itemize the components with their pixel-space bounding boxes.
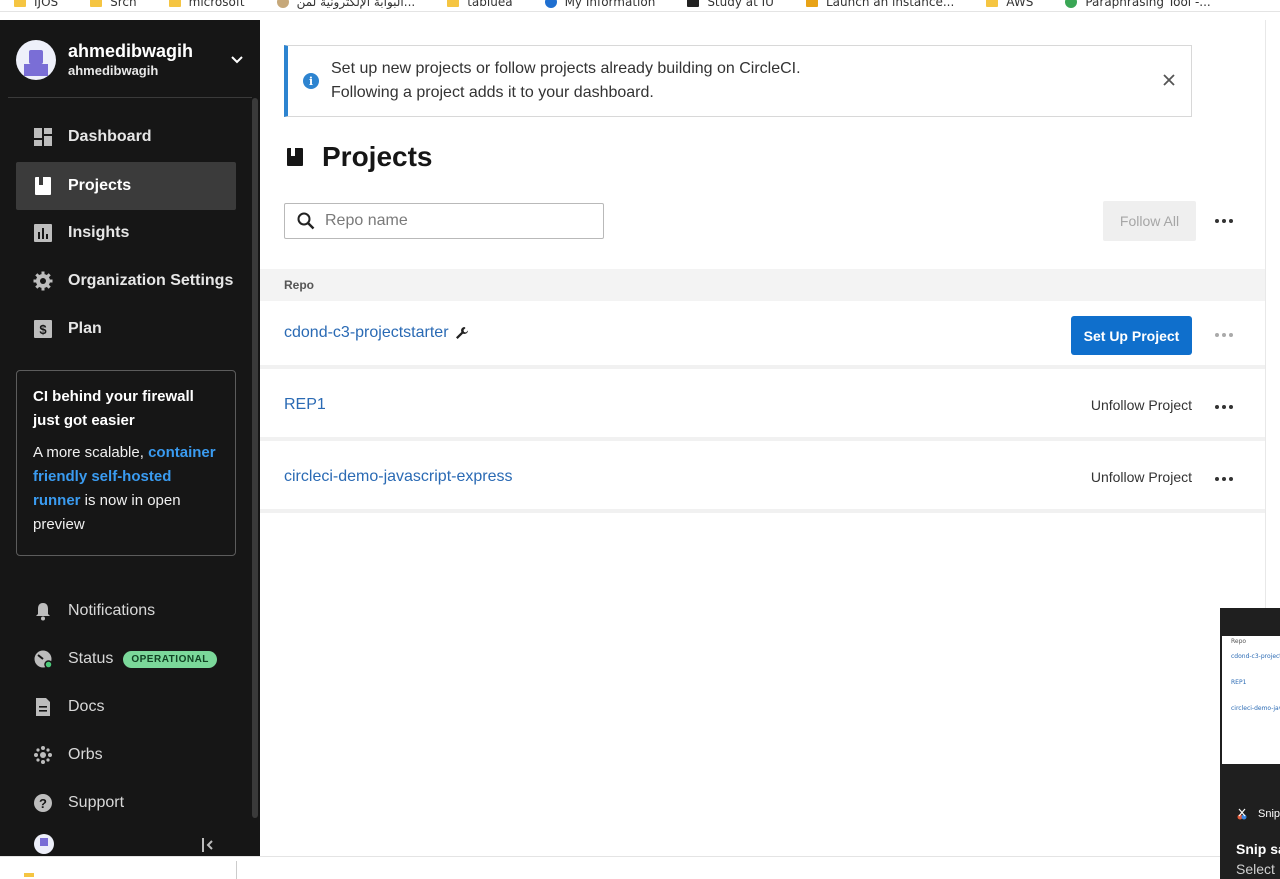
azure-icon (544, 0, 557, 8)
snip-thumbnail: Repo cdond-c3-projectst REP1 circleci-de… (1222, 636, 1280, 764)
bookmark-item[interactable]: Srch (76, 0, 137, 9)
gear-icon (32, 270, 54, 292)
wrench-icon (455, 326, 468, 339)
sidebar-item-status[interactable]: Status OPERATIONAL (16, 635, 236, 683)
projects-icon (32, 175, 54, 197)
svg-text:?: ? (39, 796, 47, 811)
sidebar-scrollbar[interactable] (252, 98, 258, 818)
status-badge: OPERATIONAL (123, 650, 217, 668)
bookmarks-bar: IJOS Srch microsoft البوابة الإلكترونية … (0, 0, 1280, 12)
bookmark-item[interactable]: Study at IU (673, 0, 774, 9)
banner-line: Set up new projects or follow projects a… (331, 60, 801, 77)
info-icon: i (303, 73, 319, 89)
dollar-icon: $ (32, 318, 54, 340)
help-icon: ? (32, 792, 54, 814)
runner-promo-card: CI behind your firewall just got easier … (16, 370, 236, 556)
repo-search[interactable] (284, 203, 604, 239)
more-options-icon[interactable] (1210, 211, 1238, 231)
sidebar-item-plan[interactable]: $ Plan (16, 305, 236, 353)
unfollow-project-button[interactable]: Unfollow Project (1052, 397, 1192, 413)
promo-title: CI behind your firewall just got easier (33, 388, 194, 429)
gauge-icon (32, 648, 54, 670)
info-banner: i Set up new projects or follow projects… (284, 45, 1192, 117)
table-row: cdond-c3-projectstarter Set Up Project (260, 301, 1265, 369)
table-header: Repo (260, 269, 1265, 301)
unfollow-project-button[interactable]: Unfollow Project (1052, 469, 1192, 485)
sidebar: ahmedibwagih ahmedibwagih Dashboard Proj… (0, 20, 260, 856)
repo-link[interactable]: cdond-c3-projectstarter (284, 324, 469, 342)
user-name: ahmedibwagih (68, 41, 194, 61)
folder-icon (168, 0, 181, 7)
org-name: ahmedibwagih (68, 63, 159, 78)
folder-icon (447, 0, 460, 7)
iu-icon (687, 0, 700, 7)
sidebar-item-support[interactable]: ? Support (16, 779, 236, 827)
snip-app-label: Snip (1236, 808, 1280, 820)
more-options-icon[interactable] (1210, 469, 1238, 489)
more-options-icon[interactable] (1210, 397, 1238, 417)
folder-icon (14, 0, 26, 7)
bookmark-item[interactable]: AWS (972, 0, 1033, 9)
divider (236, 861, 237, 879)
folder-icon (986, 0, 999, 7)
bookmark-item[interactable]: Paraphrasing Tool -... (1051, 0, 1211, 9)
sidebar-item-docs[interactable]: Docs (16, 683, 236, 731)
more-options-icon[interactable] (1210, 325, 1238, 345)
snip-icon (1237, 808, 1247, 820)
sidebar-item-dashboard[interactable]: Dashboard (16, 113, 236, 161)
chevron-down-icon[interactable] (228, 50, 246, 68)
insights-icon (32, 222, 54, 244)
quillbot-icon (1065, 0, 1078, 8)
globe-icon (276, 0, 289, 8)
sidebar-item-organization-settings[interactable]: Organization Settings (16, 257, 236, 305)
taskbar-icon[interactable] (24, 873, 34, 877)
close-icon[interactable] (1161, 72, 1177, 88)
user-switcher[interactable]: ahmedibwagih ahmedibwagih (16, 36, 256, 84)
repo-link[interactable]: circleci-demo-javascript-express (284, 468, 513, 486)
table-row: circleci-demo-javascript-express Unfollo… (260, 445, 1265, 513)
sidebar-item-notifications[interactable]: Notifications (16, 587, 236, 635)
snip-notification[interactable]: Repo cdond-c3-projectst REP1 circleci-de… (1220, 608, 1280, 879)
sidebar-footer (0, 832, 260, 856)
bookmark-item[interactable]: البوابة الإلكترونية لمن... (263, 0, 415, 9)
snip-subtitle: Select (1236, 861, 1275, 877)
collapse-sidebar-icon[interactable] (200, 836, 214, 854)
bookmark-item[interactable]: Launch an instance... (792, 0, 954, 9)
search-icon (297, 212, 315, 230)
bell-icon (32, 600, 54, 622)
avatar[interactable] (34, 834, 54, 854)
set-up-project-button[interactable]: Set Up Project (1071, 316, 1192, 355)
page-title: Projects (284, 137, 433, 177)
bookmark-item[interactable]: My Information (531, 0, 655, 9)
follow-all-button[interactable]: Follow All (1103, 201, 1196, 241)
table-row: REP1 Unfollow Project (260, 373, 1265, 441)
orbs-icon (32, 744, 54, 766)
divider (8, 97, 252, 98)
folder-icon (90, 0, 103, 7)
repo-link[interactable]: REP1 (284, 396, 326, 414)
sidebar-item-projects[interactable]: Projects (16, 162, 236, 210)
main-content: i Set up new projects or follow projects… (260, 20, 1265, 856)
sidebar-item-orbs[interactable]: Orbs (16, 731, 236, 779)
sidebar-item-insights[interactable]: Insights (16, 209, 236, 257)
avatar (16, 40, 56, 80)
dashboard-icon (32, 126, 54, 148)
doc-icon (32, 696, 54, 718)
promo-body: A more scalable, container friendly self… (33, 444, 216, 533)
projects-icon (287, 148, 303, 166)
bookmark-item[interactable]: tabluea (433, 0, 513, 9)
aws-icon (805, 0, 818, 7)
bookmark-item[interactable]: microsoft (155, 0, 245, 9)
search-input[interactable] (325, 212, 585, 230)
taskbar (0, 856, 1220, 879)
bookmark-item[interactable]: IJOS (0, 0, 58, 9)
banner-line: Following a project adds it to your dash… (331, 84, 654, 101)
screen: IJOS Srch microsoft البوابة الإلكترونية … (0, 0, 1280, 879)
snip-title: Snip sa (1236, 841, 1280, 857)
svg-text:$: $ (39, 322, 47, 337)
